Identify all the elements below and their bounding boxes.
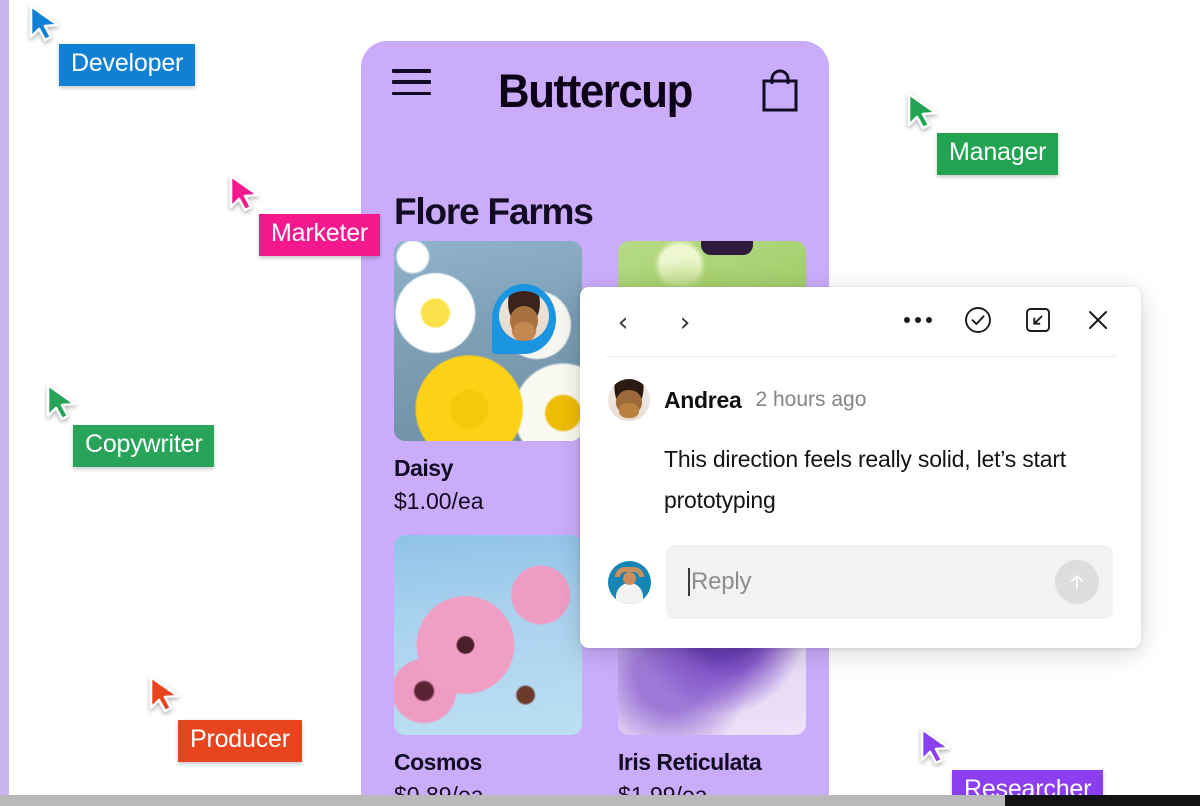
prev-comment-button[interactable]: ‹ [606,305,640,339]
reply-input[interactable]: Reply [666,545,1113,619]
product-card-daisy[interactable]: Daisy $1.00/ea [394,241,582,515]
shopping-bag-icon[interactable] [760,68,800,112]
close-comment-button[interactable] [1081,303,1115,337]
cursor-arrow-icon [907,92,938,130]
product-name: Daisy [394,455,453,481]
left-edge-strip [0,0,9,795]
product-price: $1.00/ea [394,488,484,514]
product-name: Cosmos [394,749,482,775]
cursor-arrow-icon [920,727,951,765]
arrow-up-icon [1070,575,1084,590]
brand-title: Buttercup [498,64,693,117]
cursor-arrow-icon [46,383,77,421]
product-card-cosmos[interactable]: Cosmos $0.89/ea [394,535,582,806]
cursor-arrow-icon [149,675,180,713]
reply-placeholder: Reply [691,568,752,595]
avatar [608,379,650,421]
cursor-label: Marketer [259,214,381,256]
product-name: Iris Reticulata [618,749,762,775]
check-circle-icon [965,307,991,333]
comment-text: This direction feels really solid, let’s… [664,446,1066,513]
expand-arrow-icon [1026,308,1050,332]
text-caret [688,568,690,596]
cursor-label: Copywriter [73,425,215,467]
next-comment-button[interactable]: › [668,305,702,339]
comment-pin-avatar[interactable] [492,284,556,354]
comment-author-row: Andrea 2 hours ago [608,379,1113,421]
canvas-stage: Buttercup Flore Farms Daisy $1.00/ea Cos… [0,0,1200,806]
resolve-comment-button[interactable] [961,303,995,337]
comment-toolbar: ‹ › [606,287,1115,357]
ellipsis-icon [904,317,932,323]
comment-timestamp: 2 hours ago [755,388,867,411]
product-image [394,241,582,441]
send-reply-button[interactable] [1055,560,1099,604]
cursor-label: Developer [59,44,196,86]
chevron-right-icon: › [679,306,691,338]
more-options-button[interactable] [901,303,935,337]
cursor-label: Manager [937,133,1059,175]
expand-comment-button[interactable] [1021,303,1055,337]
cursor-label: Producer [178,720,302,762]
page-title: Flore Farms [394,191,594,232]
product-image [394,535,582,735]
current-user-avatar [608,560,651,604]
comment-author-name: Andrea [664,386,742,413]
comment-content: Andrea 2 hours ago This direction feels … [580,357,1141,521]
comment-popup[interactable]: ‹ › Andrea 2 hours ago This direction fe… [580,287,1141,648]
chevron-left-icon: ‹ [617,306,629,338]
reply-row: Reply [608,545,1113,619]
bottom-scrollbar-thumb[interactable] [1005,795,1200,806]
cursor-arrow-icon [229,174,260,212]
cursor-arrow-icon [29,4,60,42]
app-header: Buttercup [361,41,829,145]
close-icon [1089,311,1107,329]
